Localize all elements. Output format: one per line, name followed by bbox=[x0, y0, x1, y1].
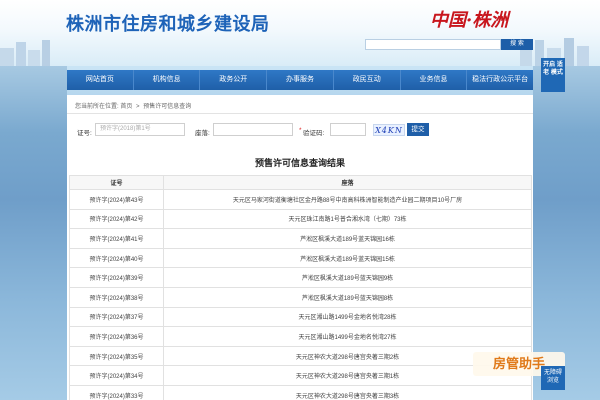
cell-location: 天元区湘山路1499号金地名悦湾27栋 bbox=[163, 326, 532, 347]
table-row[interactable]: 预许字(2024)第42号 天元区珠江南路1号普合湘水湾（七期）73栋 bbox=[69, 208, 532, 230]
building-input[interactable] bbox=[213, 123, 293, 136]
search-button[interactable]: 搜 索 bbox=[501, 39, 533, 50]
nav-item-public-affairs[interactable]: 政务公开 bbox=[200, 70, 268, 90]
cell-cert: 预许字(2024)第34号 bbox=[69, 365, 164, 386]
cell-location: 芦淞区枫溪大道189号蓝天锦园16栋 bbox=[163, 228, 532, 249]
captcha-label: 验证码: bbox=[303, 130, 325, 137]
breadcrumb-home[interactable]: 首页 bbox=[120, 104, 132, 110]
column-header-cert: 证号 bbox=[69, 175, 164, 190]
cell-location: 芦淞区枫溪大道189号蓝天锦园15栋 bbox=[163, 247, 532, 269]
table-row[interactable]: 预许字(2024)第37号 天元区湘山路1499号金地名悦湾28栋 bbox=[69, 306, 532, 328]
cell-location: 天元区珠江南路1号普合湘水湾（七期）73栋 bbox=[163, 208, 532, 230]
cell-location: 芦淞区枫溪大道189号蓝天锦园9栋 bbox=[163, 267, 532, 288]
cell-location: 芦淞区枫溪大道189号蓝天锦园8栋 bbox=[163, 286, 532, 308]
breadcrumb: 您当前所在位置: 首页 > 预售许可信息查询 bbox=[75, 101, 191, 110]
cell-location: 天元区马家河街道衡塘社区金丹路88号中南高科株洲智能制造产业园二期项目10号厂房 bbox=[163, 189, 532, 210]
submit-button[interactable]: 提交 bbox=[407, 123, 429, 136]
nav-item-interaction[interactable]: 政民互动 bbox=[334, 70, 401, 90]
nav-item-law-platform[interactable]: 稳法行政公示平台 bbox=[467, 70, 533, 90]
nav-item-business-info[interactable]: 业务信息 bbox=[401, 70, 468, 90]
cert-label: 证号: bbox=[77, 130, 92, 137]
table-row[interactable]: 预许字(2024)第33号 天元区神农大道298号唐宫央著三期3栋 bbox=[69, 384, 532, 400]
left-background-panel bbox=[0, 66, 67, 400]
table-row[interactable]: 预许字(2024)第36号 天元区湘山路1499号金地名悦湾27栋 bbox=[69, 326, 532, 347]
city-brand-logo: 中国·株洲 bbox=[430, 10, 509, 31]
divider bbox=[67, 113, 533, 114]
cert-number-input[interactable]: 预许字(2018)第1号 bbox=[95, 123, 185, 136]
breadcrumb-separator: > bbox=[136, 104, 140, 110]
nav-item-services[interactable]: 办事服务 bbox=[267, 70, 334, 90]
main-nav: 网站首页 机构信息 政务公开 办事服务 政民互动 业务信息 稳法行政公示平台 bbox=[67, 70, 533, 90]
cell-cert: 预许字(2024)第38号 bbox=[69, 286, 164, 308]
cell-cert: 预许字(2024)第41号 bbox=[69, 228, 164, 249]
elderly-mode-button[interactable]: 开启 适老 模式 bbox=[541, 58, 565, 92]
table-row[interactable]: 预许字(2024)第39号 芦淞区枫溪大道189号蓝天锦园9栋 bbox=[69, 267, 532, 288]
captcha-image[interactable]: X4KN bbox=[373, 124, 405, 136]
table-row[interactable]: 预许字(2024)第40号 芦淞区枫溪大道189号蓝天锦园15栋 bbox=[69, 247, 532, 269]
cell-location: 天元区神农大道298号唐宫央著三期3栋 bbox=[163, 384, 532, 400]
table-row[interactable]: 预许字(2024)第34号 天元区神农大道298号唐宫央著三期1栋 bbox=[69, 365, 532, 386]
breadcrumb-current: 预售许可信息查询 bbox=[143, 104, 192, 110]
captcha-input[interactable] bbox=[330, 123, 366, 136]
table-header-row: 证号 座落 bbox=[69, 175, 532, 190]
cell-cert: 预许字(2024)第43号 bbox=[69, 189, 164, 210]
results-title: 预售许可信息查询结果 bbox=[254, 158, 345, 168]
site-title[interactable]: 株洲市住房和城乡建设局 bbox=[66, 10, 270, 36]
building-label: 座落: bbox=[195, 130, 210, 137]
cell-location: 天元区湘山路1499号金地名悦湾28栋 bbox=[163, 306, 532, 328]
query-form: 证号: 预许字(2018)第1号 座落: * 验证码: X4KN 提交 bbox=[77, 123, 527, 139]
table-row[interactable]: 预许字(2024)第43号 天元区马家河街道衡塘社区金丹路88号中南高科株洲智能制… bbox=[69, 189, 532, 210]
cell-cert: 预许字(2024)第33号 bbox=[69, 384, 164, 400]
search-input[interactable] bbox=[365, 39, 501, 50]
cell-cert: 预许字(2024)第36号 bbox=[69, 326, 164, 347]
cell-cert: 预许字(2024)第39号 bbox=[69, 267, 164, 288]
main-content: 您当前所在位置: 首页 > 预售许可信息查询 证号: 预许字(2018)第1号 … bbox=[67, 95, 533, 400]
table-row[interactable]: 预许字(2024)第41号 芦淞区枫溪大道189号蓝天锦园16栋 bbox=[69, 228, 532, 249]
right-background-panel bbox=[533, 66, 600, 400]
required-mark: * bbox=[299, 127, 302, 134]
accessibility-button[interactable]: 无障碍 浏览 bbox=[541, 366, 565, 390]
site-header: 株洲市住房和城乡建设局 中国·株洲 搜 索 bbox=[0, 0, 600, 66]
table-row[interactable]: 预许字(2024)第35号 天元区神农大道298号唐宫央著三期2栋 bbox=[69, 345, 532, 367]
nav-item-organization[interactable]: 机构信息 bbox=[134, 70, 201, 90]
results-table: 证号 座落 预许字(2024)第43号 天元区马家河街道衡塘社区金丹路88号中南高… bbox=[69, 175, 532, 400]
cell-cert: 预许字(2024)第35号 bbox=[69, 345, 164, 367]
column-header-location: 座落 bbox=[163, 175, 532, 190]
cell-cert: 预许字(2024)第37号 bbox=[69, 306, 164, 328]
cell-cert: 预许字(2024)第40号 bbox=[69, 247, 164, 269]
breadcrumb-prefix: 您当前所在位置: bbox=[75, 104, 119, 110]
nav-item-home[interactable]: 网站首页 bbox=[67, 70, 134, 90]
cell-cert: 预许字(2024)第42号 bbox=[69, 208, 164, 230]
table-row[interactable]: 预许字(2024)第38号 芦淞区枫溪大道189号蓝天锦园8栋 bbox=[69, 286, 532, 308]
